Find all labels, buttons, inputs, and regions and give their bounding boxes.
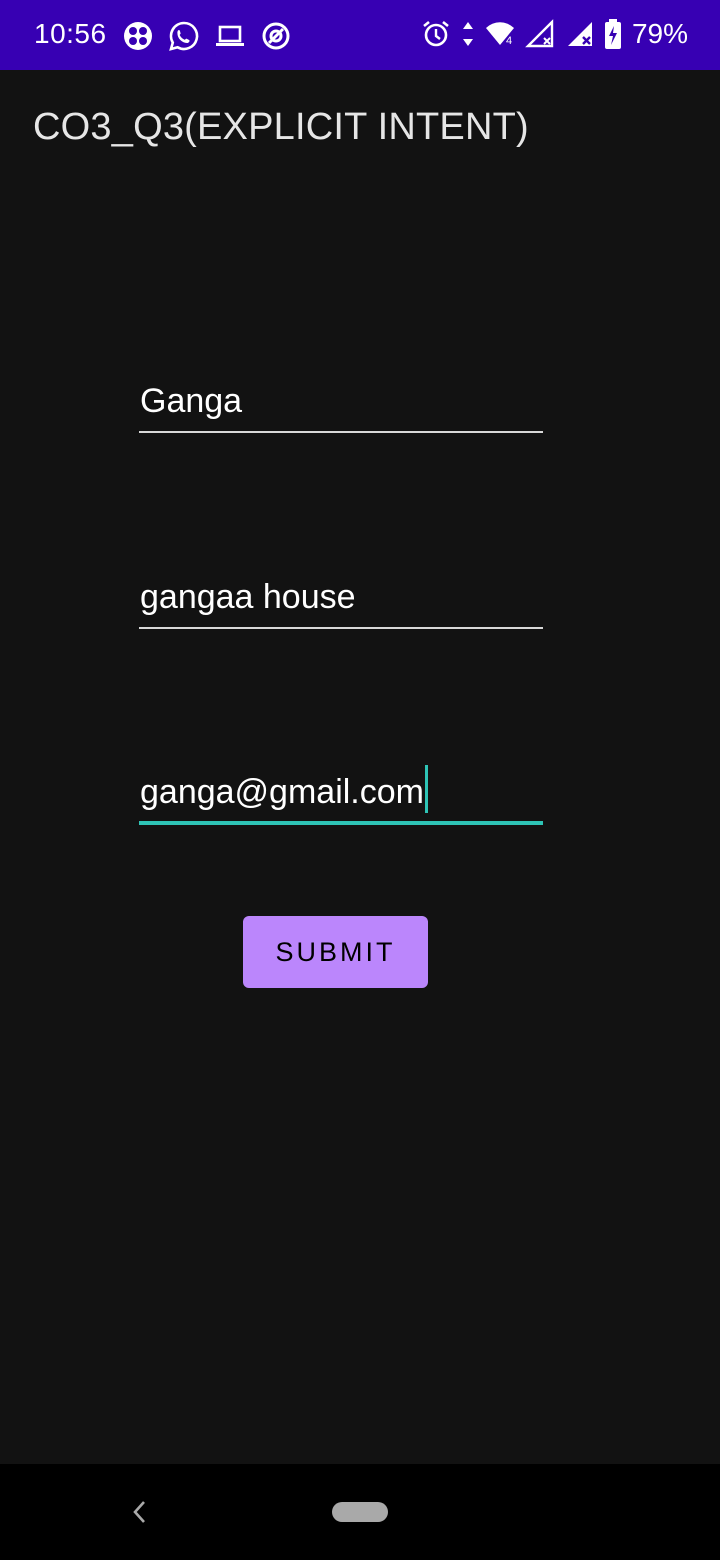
grid-app-icon <box>122 20 154 52</box>
data-arrows-icon <box>460 18 476 50</box>
page-title: CO3_Q3(EXPLICIT INTENT) <box>33 106 529 148</box>
submit-button[interactable]: SUBMIT <box>243 916 428 988</box>
email-field-value: ganga@gmail.com <box>140 773 424 811</box>
laptop-icon <box>214 20 246 52</box>
address-field-underline <box>139 627 543 629</box>
alarm-icon <box>420 18 452 50</box>
text-cursor <box>425 765 428 813</box>
name-field-underline <box>139 431 543 433</box>
signal-icon <box>524 18 556 50</box>
name-field-value: Ganga <box>140 382 243 420</box>
notification-icons <box>122 20 292 52</box>
navigation-bar <box>0 1464 720 1560</box>
back-icon[interactable] <box>126 1498 154 1526</box>
signal-2-icon <box>564 18 596 50</box>
vpn-icon <box>260 20 292 52</box>
home-pill-icon[interactable] <box>332 1502 388 1522</box>
battery-charging-icon <box>604 18 622 50</box>
email-field-underline <box>139 821 543 825</box>
status-time: 10:56 <box>34 18 107 49</box>
status-bar: 10:56 4 79% <box>0 0 720 70</box>
address-field-value: gangaa house <box>140 578 356 616</box>
app-toolbar: CO3_Q3(EXPLICIT INTENT) <box>0 70 720 190</box>
system-icons: 4 79% <box>420 18 688 50</box>
svg-text:4: 4 <box>506 35 512 47</box>
address-field[interactable]: gangaa house <box>139 549 543 629</box>
email-field[interactable]: ganga@gmail.com <box>139 745 543 825</box>
whatsapp-icon <box>168 20 200 52</box>
battery-percent: 79% <box>631 18 688 49</box>
wifi-icon: 4 <box>484 18 516 50</box>
email-field-text: ganga@gmail.com <box>140 765 428 813</box>
name-field[interactable]: Ganga <box>139 353 543 433</box>
